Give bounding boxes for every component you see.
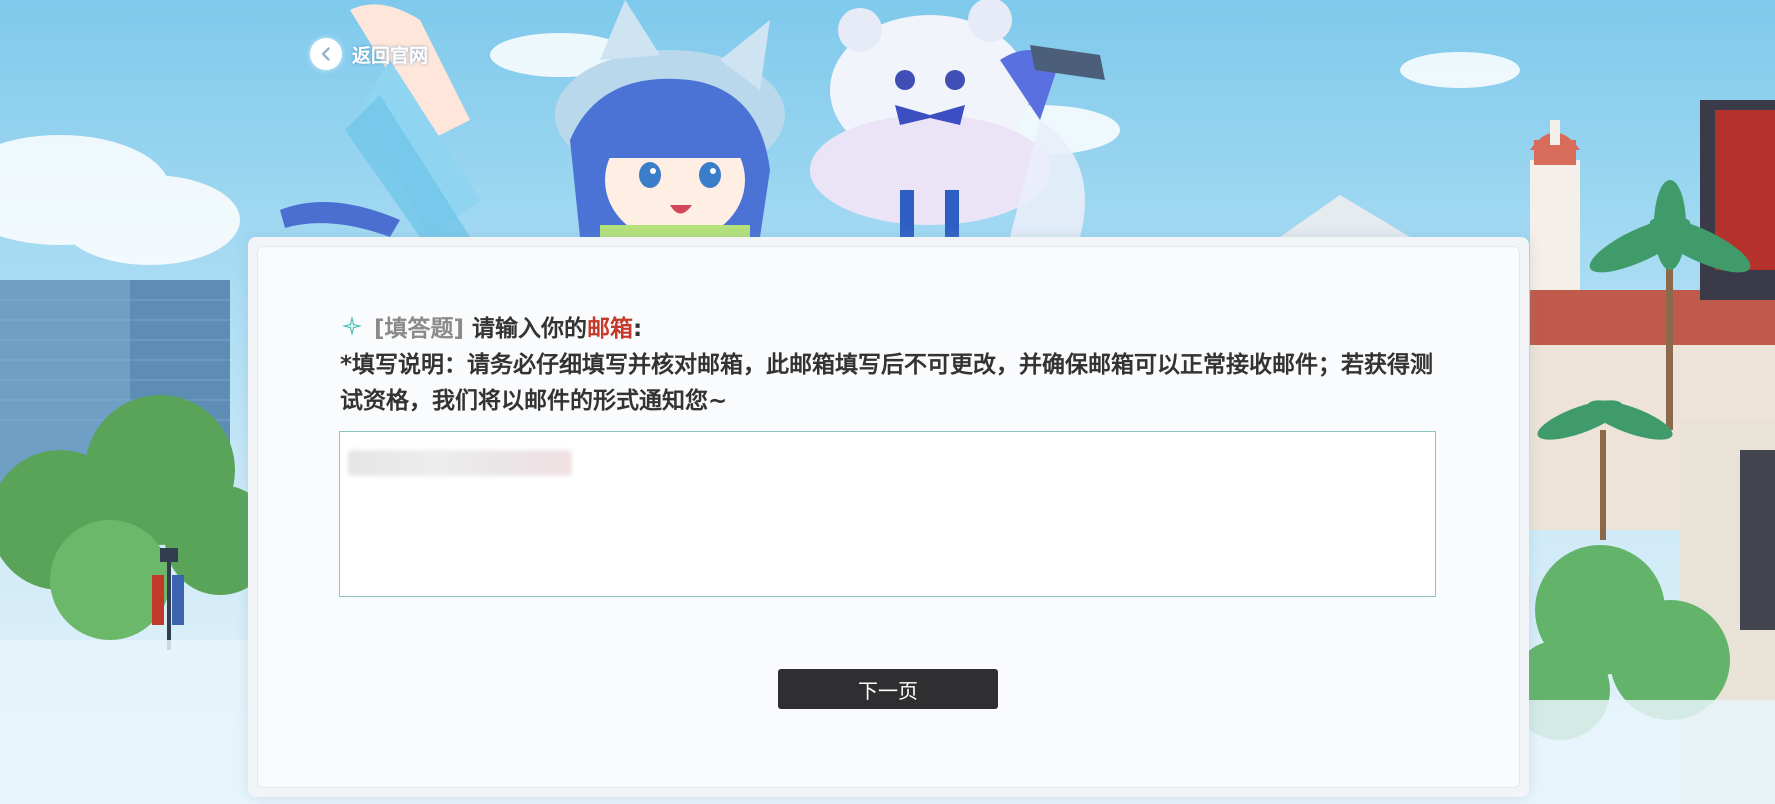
survey-card: [填答题] 请输入你的邮箱: *填写说明：请务必仔细填写并核对邮箱，此邮箱填写后…	[248, 237, 1529, 797]
email-input-field[interactable]	[339, 431, 1436, 597]
next-page-button[interactable]: 下一页	[778, 669, 998, 709]
question-type-tag: [填答题]	[374, 316, 465, 342]
question-prompt: 请输入你的邮箱:	[472, 309, 642, 343]
question-prompt-suffix: :	[633, 316, 643, 342]
back-link-label: 返回官网	[352, 44, 429, 67]
fill-instruction: *填写说明：请务必仔细填写并核对邮箱，此邮箱填写后不可更改，并确保邮箱可以正常接…	[340, 352, 1434, 414]
back-to-official-site-link[interactable]: 返回官网	[310, 37, 428, 71]
sparkle-star-icon	[342, 316, 362, 336]
blurred-email-value	[348, 450, 572, 476]
survey-card-inner: [填答题] 请输入你的邮箱: *填写说明：请务必仔细填写并核对邮箱，此邮箱填写后…	[257, 246, 1520, 788]
question-prompt-highlight: 邮箱	[587, 316, 634, 342]
question-title: [填答题] 请输入你的邮箱:	[340, 309, 1459, 343]
chevron-left-icon	[310, 38, 342, 70]
question-prompt-prefix: 请输入你的	[472, 316, 588, 342]
